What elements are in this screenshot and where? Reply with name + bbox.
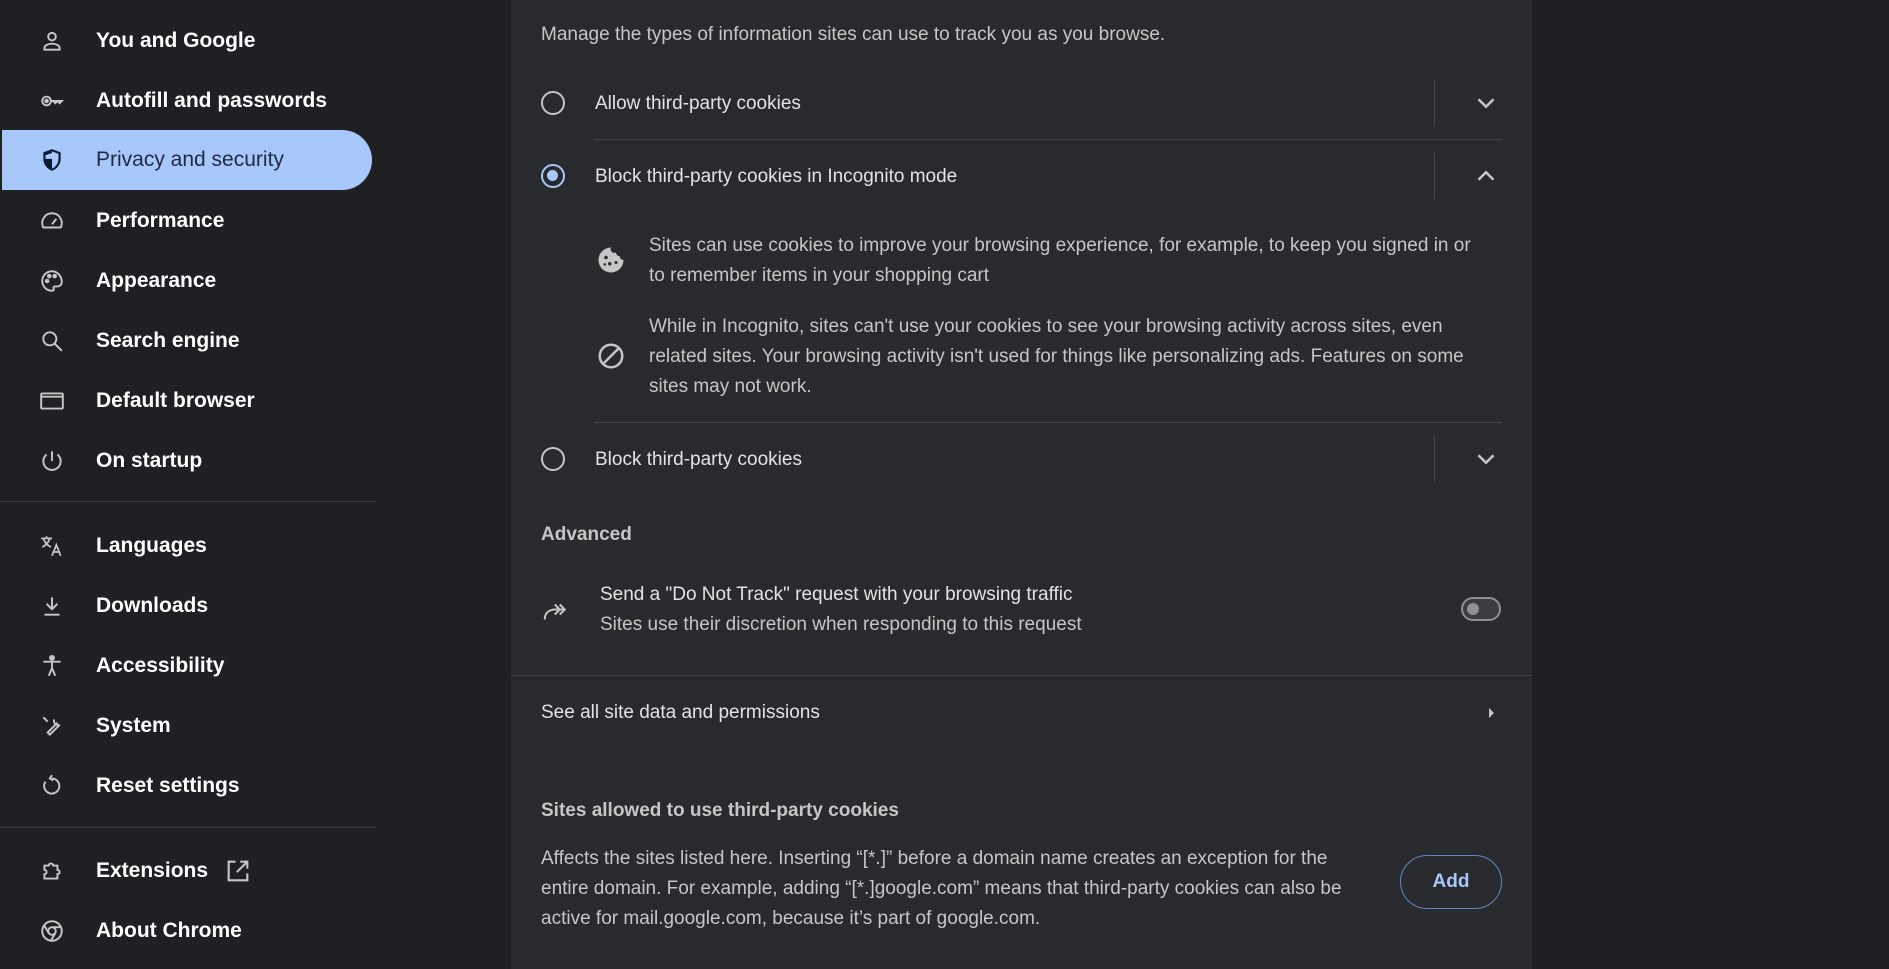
detail-line: to remember items in your shopping cart — [649, 265, 990, 286]
separator — [1434, 80, 1435, 126]
sidebar-item-label: Autofill and passwords — [96, 89, 328, 112]
divider — [594, 422, 1502, 423]
sidebar-item-label: Extensions — [96, 859, 209, 882]
sidebar-item-label: Reset settings — [96, 774, 240, 797]
detail-line: sites may not work. — [649, 376, 812, 397]
do-not-track-icon — [543, 603, 567, 620]
add-site-button[interactable]: Add — [1400, 855, 1502, 909]
sidebar-item-search-engine[interactable]: Search engine — [2, 311, 372, 371]
allowed-heading: Sites allowed to use third-party cookies — [541, 800, 899, 821]
advanced-heading: Advanced — [541, 524, 632, 545]
site-data-link-row[interactable]: See all site data and permissions — [511, 676, 1532, 748]
sidebar-item-accessibility[interactable]: Accessibility — [2, 636, 372, 696]
open-in-new-icon — [224, 857, 252, 885]
wrench-icon — [38, 712, 66, 740]
settings-sidebar: You and Google Autofill and passwords Pr… — [0, 0, 376, 969]
sidebar-item-on-startup[interactable]: On startup — [2, 431, 372, 491]
reset-icon — [38, 772, 66, 800]
radio-block-incognito[interactable] — [541, 164, 565, 188]
search-icon — [38, 327, 66, 355]
sidebar-item-privacy[interactable]: Privacy and security — [2, 130, 372, 190]
allowed-desc: Affects the sites listed here. Inserting… — [541, 848, 1328, 869]
sidebar-item-label: System — [96, 714, 171, 737]
speedometer-icon — [38, 207, 66, 235]
sidebar-item-label: About Chrome — [96, 919, 242, 942]
power-icon — [38, 447, 66, 475]
sidebar-item-downloads[interactable]: Downloads — [2, 576, 372, 636]
option-label: Block third-party cookies — [595, 449, 802, 470]
shield-icon — [38, 146, 66, 174]
person-icon — [38, 27, 66, 55]
settings-main-card: Manage the types of information sites ca… — [511, 0, 1532, 969]
sidebar-divider — [0, 827, 376, 828]
sidebar-item-default-browser[interactable]: Default browser — [2, 371, 372, 431]
sidebar-item-label: Accessibility — [96, 654, 225, 677]
chevron-up-icon[interactable] — [1471, 161, 1501, 191]
translate-icon — [38, 532, 66, 560]
radio-allow-third-party[interactable] — [541, 91, 565, 115]
option-label: Allow third-party cookies — [595, 93, 801, 114]
sidebar-item-label: On startup — [96, 449, 203, 472]
option-label: Block third-party cookies in Incognito m… — [595, 166, 958, 187]
sidebar-item-label: Search engine — [96, 329, 240, 352]
sidebar-item-label: You and Google — [96, 29, 256, 52]
allowed-desc: entire domain. For example, adding “[*.]… — [541, 878, 1342, 899]
radio-block-third-party[interactable] — [541, 447, 565, 471]
arrow-right-icon — [1489, 708, 1494, 718]
separator — [1434, 153, 1435, 199]
sidebar-item-performance[interactable]: Performance — [2, 191, 372, 251]
palette-icon — [38, 267, 66, 295]
key-icon — [38, 87, 66, 115]
right-background — [1532, 0, 1889, 969]
download-icon — [38, 592, 66, 620]
sidebar-item-label: Privacy and security — [96, 148, 284, 171]
puzzle-icon — [38, 857, 66, 885]
sidebar-item-label: Performance — [96, 209, 225, 232]
allowed-desc: active for mail.google.com, because it’s… — [541, 908, 1041, 929]
sidebar-item-label: Downloads — [96, 594, 209, 617]
sidebar-item-extensions[interactable]: Extensions — [2, 841, 372, 901]
dnt-toggle[interactable] — [1461, 597, 1501, 621]
chevron-down-icon[interactable] — [1471, 444, 1501, 474]
detail-line: related sites. Your browsing activity is… — [649, 346, 1464, 367]
sidebar-divider — [0, 501, 376, 502]
dnt-title: Send a "Do Not Track" request with your … — [600, 584, 1073, 605]
sidebar-item-system[interactable]: System — [2, 696, 372, 756]
sidebar-item-about-chrome[interactable]: About Chrome — [2, 901, 372, 961]
sidebar-item-languages[interactable]: Languages — [2, 516, 372, 576]
accessibility-icon — [38, 652, 66, 680]
separator — [1434, 436, 1435, 482]
detail-line: While in Incognito, sites can't use your… — [649, 316, 1443, 337]
sidebar-item-label: Appearance — [96, 269, 217, 292]
sidebar-item-reset-settings[interactable]: Reset settings — [2, 756, 372, 816]
sidebar-item-autofill[interactable]: Autofill and passwords — [2, 71, 372, 131]
chrome-icon — [38, 917, 66, 945]
chevron-down-icon[interactable] — [1471, 88, 1501, 118]
browser-window-icon — [38, 387, 66, 415]
sidebar-item-you-and-google[interactable]: You and Google — [2, 11, 372, 71]
cookies-intro: Manage the types of information sites ca… — [541, 24, 1166, 45]
cookie-icon — [598, 247, 624, 273]
sidebar-item-label: Languages — [96, 534, 207, 557]
block-icon — [598, 343, 624, 369]
divider — [594, 139, 1502, 140]
sidebar-item-label: Default browser — [96, 389, 255, 412]
detail-line: Sites can use cookies to improve your br… — [649, 235, 1471, 256]
sidebar-item-appearance[interactable]: Appearance — [2, 251, 372, 311]
dnt-subtitle: Sites use their discretion when respondi… — [600, 614, 1082, 635]
site-data-link: See all site data and permissions — [541, 702, 820, 723]
